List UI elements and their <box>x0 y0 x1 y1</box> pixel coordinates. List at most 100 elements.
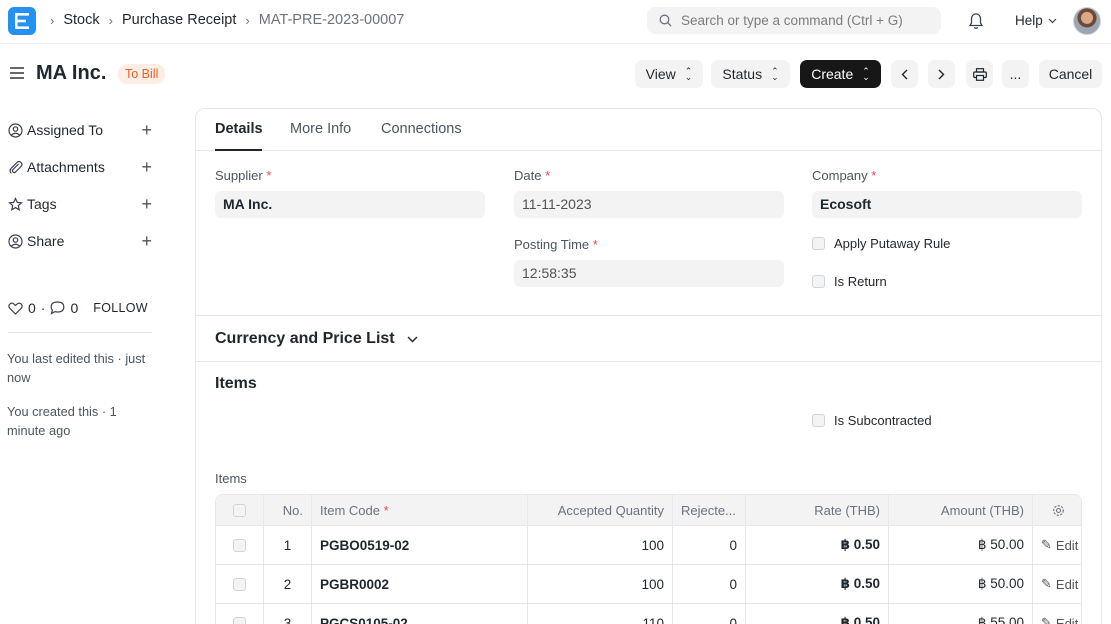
user-avatar[interactable] <box>1073 7 1101 35</box>
view-button[interactable]: View ⌃ ⌄ <box>635 60 703 88</box>
select-all-cell <box>216 495 264 525</box>
printer-icon <box>972 67 987 81</box>
supplier-field[interactable]: MA Inc. <box>215 191 485 218</box>
add-assignment-icon[interactable]: + <box>141 120 152 141</box>
tab-more-info[interactable]: More Info <box>290 121 351 137</box>
accepted-qty-cell[interactable]: 100 <box>528 565 673 603</box>
view-button-label: View <box>645 66 676 82</box>
help-label: Help <box>1015 13 1043 28</box>
item-code-cell[interactable]: PGBO0519-02 <box>312 526 528 564</box>
currency-section-header[interactable]: Currency and Price List <box>215 330 418 348</box>
add-share-icon[interactable]: + <box>141 231 152 252</box>
sidebar-toggle-icon[interactable] <box>10 67 24 82</box>
follow-button[interactable]: FOLLOW <box>93 301 148 315</box>
add-attachment-icon[interactable]: + <box>141 157 152 178</box>
posting-time-field[interactable]: 12:58:35 <box>514 260 784 287</box>
user-at-icon <box>8 122 23 138</box>
row-checkbox[interactable] <box>233 577 246 591</box>
col-header-item-code: Item Code * <box>312 495 528 525</box>
share-user-icon <box>8 233 23 249</box>
search-input[interactable] <box>681 13 931 28</box>
checkbox-box[interactable] <box>812 275 825 288</box>
help-menu[interactable]: Help <box>1015 13 1057 28</box>
checkbox-box[interactable] <box>812 414 825 427</box>
row-edit-button[interactable]: ✎ Edit <box>1033 604 1081 624</box>
comments-count: 0 <box>70 300 79 316</box>
tab-details[interactable]: Details <box>215 121 263 137</box>
table-header-row: No. Item Code * Accepted Quantity Reject… <box>216 495 1081 526</box>
rate-cell[interactable]: ฿ 0.50 <box>746 604 889 624</box>
col-header-accepted-quantity: Accepted Quantity <box>528 495 673 525</box>
previous-doc-button[interactable] <box>891 60 918 88</box>
sidebar-item-label: Attachments <box>27 159 105 175</box>
sidebar-item-share[interactable]: Share + <box>8 230 152 252</box>
row-checkbox[interactable] <box>233 616 246 624</box>
is-return-checkbox[interactable]: Is Return <box>812 274 887 289</box>
chevron-left-icon <box>901 69 908 79</box>
row-select-cell <box>216 604 264 624</box>
more-actions-button[interactable]: ... <box>1002 60 1029 88</box>
date-field[interactable]: 11-11-2023 <box>514 191 784 218</box>
company-label: Company * <box>812 168 877 183</box>
app-logo[interactable] <box>8 7 36 35</box>
status-badge: To Bill <box>118 64 166 84</box>
sidebar-item-assigned-to[interactable]: Assigned To + <box>8 119 152 141</box>
row-edit-button[interactable]: ✎ Edit <box>1033 565 1081 603</box>
form-card: Details More Info Connections Supplier *… <box>195 108 1102 624</box>
tab-connections[interactable]: Connections <box>381 121 462 137</box>
rejected-qty-cell[interactable]: 0 <box>673 604 746 624</box>
pencil-icon: ✎ <box>1041 615 1052 624</box>
sidebar-item-tags[interactable]: Tags + <box>8 193 152 215</box>
search-bar[interactable] <box>647 7 941 34</box>
apply-putaway-rule-checkbox[interactable]: Apply Putaway Rule <box>812 236 950 251</box>
edit-label: Edit <box>1055 576 1079 592</box>
add-tag-icon[interactable]: + <box>141 194 152 215</box>
row-checkbox[interactable] <box>233 538 246 552</box>
erpnext-logo-icon <box>15 13 29 29</box>
chevron-right-icon: › <box>108 12 113 28</box>
company-field[interactable]: Ecosoft <box>812 191 1082 218</box>
breadcrumb-stock[interactable]: Stock <box>63 12 99 28</box>
rate-cell[interactable]: ฿ 0.50 <box>746 565 889 603</box>
section-divider <box>196 315 1101 316</box>
form-tabs: Details More Info Connections <box>196 109 1101 151</box>
row-no: 2 <box>264 565 312 603</box>
print-button[interactable] <box>966 60 993 88</box>
checkbox-label: Is Return <box>834 274 887 289</box>
last-edited-text: You last edited this · just now <box>7 351 146 385</box>
table-row[interactable]: 3 PGCS0105-02 110 0 ฿ 0.50 ฿ 55.00 ✎ Edit <box>216 604 1081 624</box>
rejected-qty-cell[interactable]: 0 <box>673 565 746 603</box>
sidebar-item-label: Tags <box>27 196 57 212</box>
tag-icon <box>8 196 23 211</box>
is-subcontracted-checkbox[interactable]: Is Subcontracted <box>812 413 932 428</box>
select-caret-icon: ⌃ ⌄ <box>771 66 779 82</box>
item-code-cell[interactable]: PGCS0105-02 <box>312 604 528 624</box>
col-header-rejected-quantity: Rejecte... <box>673 495 746 525</box>
select-all-checkbox[interactable] <box>233 503 246 517</box>
item-code-cell[interactable]: PGBR0002 <box>312 565 528 603</box>
rejected-qty-cell[interactable]: 0 <box>673 526 746 564</box>
breadcrumb-document[interactable]: MAT-PRE-2023-00007 <box>259 12 405 28</box>
checkbox-box[interactable] <box>812 237 825 250</box>
likes-comments: 0 · 0 FOLLOW <box>8 300 148 316</box>
accepted-qty-cell[interactable]: 110 <box>528 604 673 624</box>
heart-icon[interactable] <box>8 302 23 315</box>
posting-time-label: Posting Time * <box>514 237 598 252</box>
rate-cell[interactable]: ฿ 0.50 <box>746 526 889 564</box>
cancel-button[interactable]: Cancel <box>1039 60 1102 88</box>
table-row[interactable]: 2 PGBR0002 100 0 ฿ 0.50 ฿ 50.00 ✎ Edit <box>216 565 1081 604</box>
create-button[interactable]: Create ⌃ ⌄ <box>800 60 881 88</box>
accepted-qty-cell[interactable]: 100 <box>528 526 673 564</box>
row-edit-button[interactable]: ✎ Edit <box>1033 526 1081 564</box>
table-row[interactable]: 1 PGBO0519-02 100 0 ฿ 0.50 ฿ 50.00 ✎ Edit <box>216 526 1081 565</box>
next-doc-button[interactable] <box>928 60 955 88</box>
status-button[interactable]: Status ⌃ ⌄ <box>711 60 790 88</box>
select-caret-icon: ⌃ ⌄ <box>684 66 693 82</box>
edit-label: Edit <box>1055 615 1079 624</box>
sidebar-item-attachments[interactable]: Attachments + <box>8 156 152 178</box>
notification-bell-icon[interactable] <box>968 12 984 33</box>
breadcrumb-purchase-receipt[interactable]: Purchase Receipt <box>122 12 236 28</box>
column-settings-icon[interactable] <box>1033 495 1081 525</box>
comment-icon[interactable] <box>50 301 65 315</box>
date-label: Date * <box>514 168 551 183</box>
